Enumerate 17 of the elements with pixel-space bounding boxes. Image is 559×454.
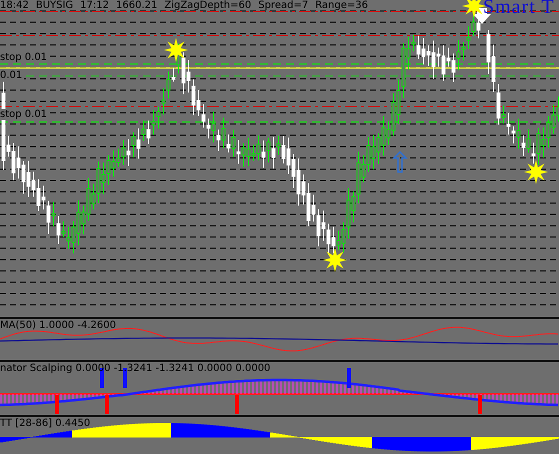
signal-bar bbox=[478, 395, 482, 414]
level-label: 0.01 bbox=[0, 70, 24, 81]
stop-label: stop 0.01 bbox=[0, 52, 50, 63]
signal-bar bbox=[347, 368, 351, 388]
indicator-label: MA(50) 1.0000 -4.2600 bbox=[0, 320, 116, 331]
signal-bar bbox=[105, 395, 109, 414]
stop-label: stop 0.01 bbox=[0, 109, 50, 120]
star-icon bbox=[524, 160, 548, 184]
indicator-label: TT [28-86] 0.4450 bbox=[0, 418, 90, 429]
up-arrow-icon bbox=[392, 150, 408, 173]
signal-bar bbox=[235, 395, 239, 414]
signal-bar bbox=[55, 395, 59, 414]
indicator-label: nator Scalping 0.0000 -1.3241 -1.3241 0.0000 0.0000 bbox=[0, 363, 270, 374]
star-icon bbox=[462, 0, 486, 18]
chart-header: 18:42 BUYSIG 17:12 1660.21 ZigZagDepth=60 Spread=7 Range=36 bbox=[0, 0, 368, 11]
star-icon bbox=[164, 38, 188, 62]
star-icon bbox=[323, 248, 347, 272]
